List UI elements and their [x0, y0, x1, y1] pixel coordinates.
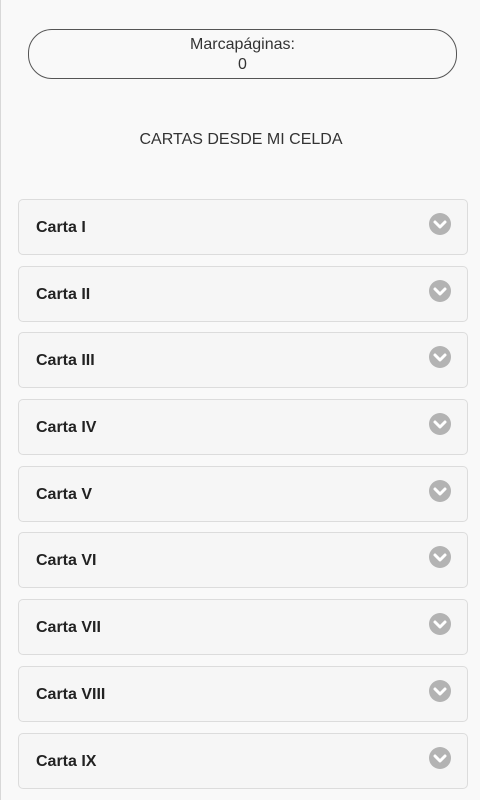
letter-item-2[interactable]: Carta II	[18, 265, 468, 322]
bookmarks-counter[interactable]: Marcapáginas: 0	[28, 29, 457, 79]
letter-label: Carta VIII	[36, 685, 106, 703]
chevron-down-icon[interactable]	[429, 546, 451, 569]
chevron-down-icon[interactable]	[429, 279, 451, 302]
letter-item-4[interactable]: Carta IV	[18, 399, 468, 456]
chevron-down-icon[interactable]	[429, 746, 451, 769]
letter-item-9[interactable]: Carta IX	[18, 732, 468, 789]
letter-item-5[interactable]: Carta V	[18, 465, 468, 522]
letter-label: Carta VII	[36, 619, 101, 637]
letter-label: Carta II	[36, 285, 91, 303]
letter-item-8[interactable]: Carta VIII	[18, 665, 468, 722]
letters-list: Carta I Carta II Carta III Carta IV Cart…	[18, 199, 468, 799]
chevron-down-icon[interactable]	[429, 413, 451, 436]
letter-label: Carta V	[36, 485, 93, 503]
letter-item-3[interactable]: Carta III	[18, 332, 468, 389]
bookmarks-label: Marcapáginas:	[190, 36, 295, 53]
letter-label: Carta IX	[36, 752, 97, 770]
page-title: CARTAS DESDE MI CELDA	[139, 131, 343, 148]
chevron-down-icon[interactable]	[429, 613, 451, 636]
chevron-down-icon[interactable]	[429, 679, 451, 702]
chevron-down-icon[interactable]	[429, 479, 451, 502]
letter-label: Carta IV	[36, 419, 97, 437]
bookmarks-count: 0	[238, 56, 247, 73]
letter-item-6[interactable]: Carta VI	[18, 532, 468, 589]
letter-item-7[interactable]: Carta VII	[18, 599, 468, 656]
chevron-down-icon[interactable]	[429, 346, 451, 369]
letter-item-1[interactable]: Carta I	[18, 199, 468, 255]
letter-label: Carta III	[36, 352, 95, 370]
letter-label: Carta I	[36, 219, 86, 236]
chevron-down-icon[interactable]	[429, 213, 451, 235]
letter-label: Carta VI	[36, 552, 97, 570]
